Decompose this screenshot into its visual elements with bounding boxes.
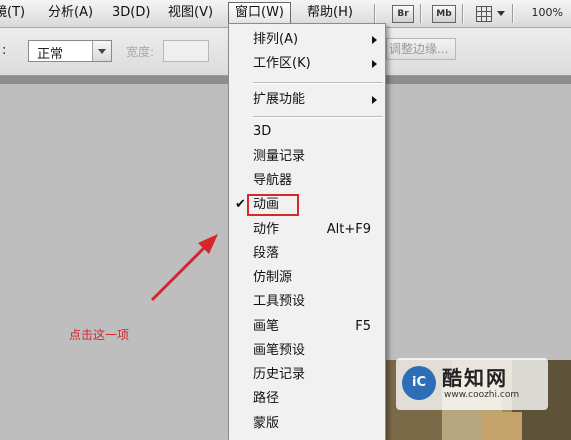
annotation-text: 点击这一项 — [69, 328, 130, 342]
menu-item-extensions[interactable]: 扩展功能 — [253, 92, 305, 108]
shortcut-brush: F5 — [355, 319, 371, 334]
submenu-arrow-icon — [372, 36, 377, 44]
menu-item-arrange[interactable]: 排列(A) — [253, 32, 298, 48]
menu-item-animation[interactable]: 动画 — [253, 197, 279, 213]
menu-item-paragraph[interactable]: 段落 — [253, 246, 279, 262]
menu-item-paths[interactable]: 路径 — [253, 391, 279, 407]
menu-item-workspace[interactable]: 工作区(K) — [253, 56, 311, 72]
submenu-arrow-icon — [372, 60, 377, 68]
shortcut-actions: Alt+F9 — [326, 222, 371, 237]
menu-item-clone-source[interactable]: 仿制源 — [253, 270, 292, 286]
window-menu-dropdown: 排列(A) 工作区(K) 扩展功能 3D 测量记录 导航器 ✔ 动画 动作 Al… — [228, 23, 386, 440]
menu-item-brush-presets[interactable]: 画笔预设 — [253, 343, 305, 359]
menu-item-navigator[interactable]: 导航器 — [253, 173, 292, 189]
menu-item-measurement-log[interactable]: 测量记录 — [253, 149, 305, 165]
check-icon: ✔ — [235, 197, 246, 212]
menu-item-3d[interactable]: 3D — [253, 124, 271, 140]
menu-item-brush[interactable]: 画笔 — [253, 319, 279, 335]
menu-separator — [253, 116, 383, 118]
submenu-arrow-icon — [372, 96, 377, 104]
menu-item-masks[interactable]: 蒙版 — [253, 416, 279, 432]
menu-item-actions[interactable]: 动作 — [253, 222, 279, 238]
menu-separator — [253, 82, 383, 84]
menu-item-history[interactable]: 历史记录 — [253, 367, 305, 383]
menu-item-tool-presets[interactable]: 工具预设 — [253, 294, 305, 310]
